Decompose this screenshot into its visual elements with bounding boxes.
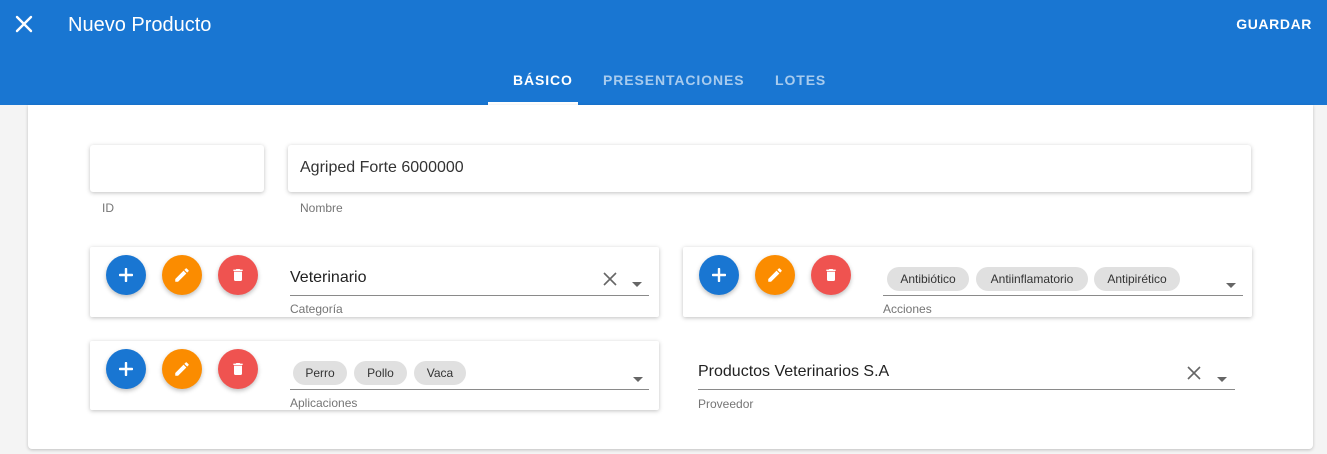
tab-lotes[interactable]: LOTES: [775, 72, 826, 88]
pencil-icon: [768, 268, 782, 282]
clear-icon: [1187, 366, 1201, 380]
tab-presentaciones[interactable]: PRESENTACIONES: [603, 72, 744, 88]
nombre-field[interactable]: Agriped Forte 6000000: [288, 145, 1251, 192]
proveedor-underline: [698, 389, 1235, 390]
proveedor-value[interactable]: Productos Veterinarios S.A: [698, 363, 889, 381]
aplicacion-chip[interactable]: Pollo: [354, 361, 407, 385]
page-title: Nuevo Producto: [68, 14, 212, 36]
plus-icon: [119, 362, 133, 376]
save-button[interactable]: GUARDAR: [1236, 16, 1312, 32]
dropdown-arrow-icon: [1226, 283, 1236, 288]
trash-icon: [826, 269, 836, 281]
clear-proveedor-button[interactable]: [1186, 365, 1202, 386]
categoria-value[interactable]: Veterinario: [290, 269, 367, 287]
proveedor-dropdown-button[interactable]: [1217, 370, 1227, 388]
accion-chip[interactable]: Antipirético: [1094, 267, 1180, 291]
accion-chip[interactable]: Antibiótico: [887, 267, 969, 291]
close-icon: [15, 15, 33, 33]
categoria-label: Categoría: [290, 302, 343, 316]
acciones-label: Acciones: [883, 302, 932, 316]
aplicacion-chip[interactable]: Perro: [293, 361, 347, 385]
delete-accion-button[interactable]: [811, 255, 851, 295]
tab-basico[interactable]: BÁSICO: [513, 72, 573, 88]
aplicaciones-underline: [290, 389, 649, 390]
aplicaciones-dropdown-button[interactable]: [633, 370, 643, 388]
app-bar: Nuevo Producto GUARDAR BÁSICO PRESENTACI…: [0, 0, 1327, 105]
dropdown-arrow-icon: [1217, 377, 1227, 382]
edit-categoria-button[interactable]: [162, 255, 202, 295]
proveedor-label: Proveedor: [698, 397, 754, 411]
add-accion-button[interactable]: [699, 255, 739, 295]
edit-aplicacion-button[interactable]: [162, 349, 202, 389]
edit-accion-button[interactable]: [755, 255, 795, 295]
id-label: ID: [102, 201, 114, 215]
trash-icon: [233, 363, 243, 375]
accion-chip[interactable]: Antiinflamatorio: [976, 267, 1088, 291]
plus-icon: [712, 268, 726, 282]
acciones-panel: Antibiótico Antiinflamatorio Antipirétic…: [683, 247, 1252, 317]
clear-categoria-button[interactable]: [602, 271, 618, 292]
acciones-dropdown-button[interactable]: [1226, 276, 1236, 294]
dropdown-arrow-icon: [633, 377, 643, 382]
nombre-label: Nombre: [300, 201, 343, 215]
nombre-value: Agriped Forte 6000000: [300, 159, 464, 176]
aplicaciones-label: Aplicaciones: [290, 396, 358, 410]
close-button[interactable]: [10, 10, 38, 38]
plus-icon: [119, 268, 133, 282]
categoria-panel: Veterinario Categoría: [90, 247, 659, 317]
add-categoria-button[interactable]: [106, 255, 146, 295]
categoria-dropdown-button[interactable]: [632, 275, 642, 293]
pencil-icon: [175, 362, 189, 376]
acciones-underline: [883, 295, 1243, 296]
clear-icon: [603, 272, 617, 286]
trash-icon: [233, 269, 243, 281]
aplicacion-chip[interactable]: Vaca: [414, 361, 466, 385]
id-field[interactable]: [90, 145, 264, 192]
pencil-icon: [175, 268, 189, 282]
aplicaciones-panel: Perro Pollo Vaca Aplicaciones: [90, 341, 659, 410]
delete-aplicacion-button[interactable]: [218, 349, 258, 389]
categoria-underline: [290, 295, 649, 296]
dropdown-arrow-icon: [632, 282, 642, 287]
delete-categoria-button[interactable]: [218, 255, 258, 295]
add-aplicacion-button[interactable]: [106, 349, 146, 389]
